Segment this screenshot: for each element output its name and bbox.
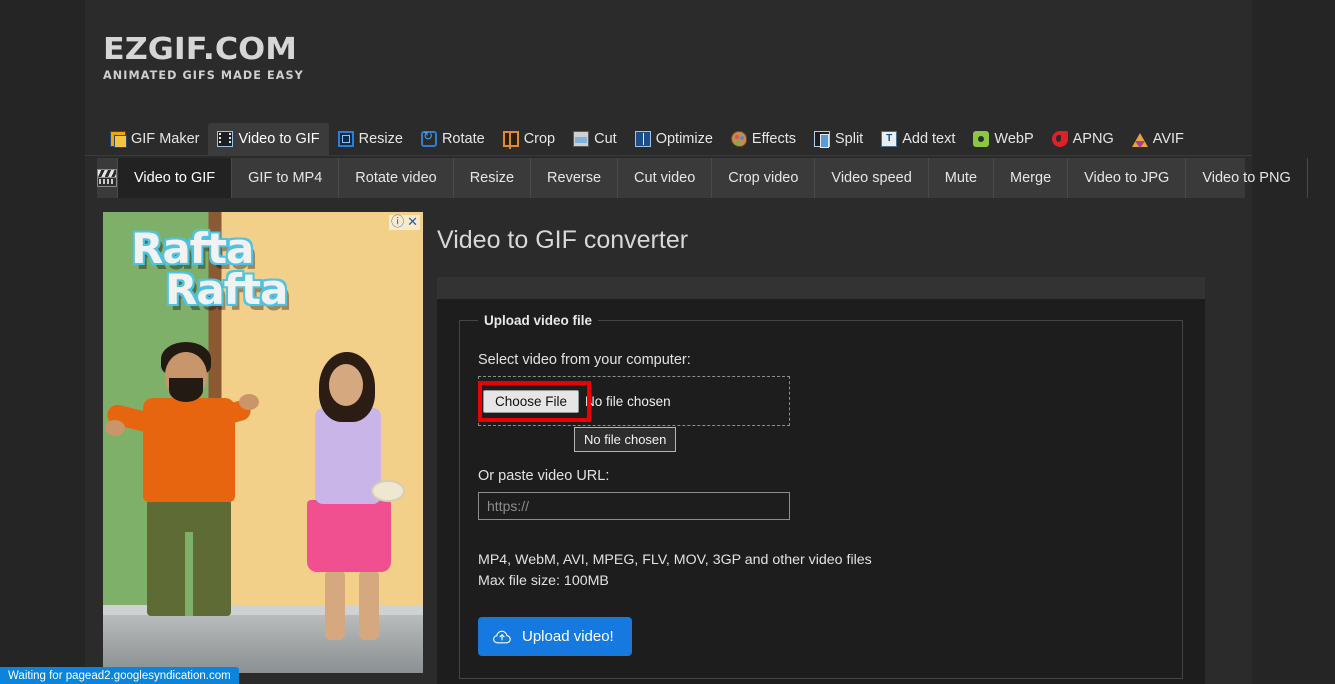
sub-navigation: Video to GIF GIF to MP4 Rotate video Res… [97,158,1308,198]
file-input-row: Choose File No file chosen [483,389,671,413]
url-label: Or paste video URL: [478,468,610,484]
nav-item-label: GIF Maker [131,131,200,147]
nav-item-resize[interactable]: Resize [329,123,412,155]
palette-icon [730,131,747,147]
advertisement-banner[interactable]: Rafta Rafta ⓘ ✕ [103,212,423,673]
rotate-icon [420,128,437,147]
no-file-chosen-tooltip: No file chosen [574,427,677,452]
subnav-item-video-to-gif[interactable]: Video to GIF [118,158,233,198]
ad-title-line-2: Rafta [165,265,288,315]
info-circle-icon[interactable]: ⓘ [391,216,404,229]
supported-formats: MP4, WebM, AVI, MPEG, FLV, MOV, 3GP and … [478,550,1164,591]
subnav-item-video-speed[interactable]: Video speed [815,158,929,198]
nav-item-label: Resize [358,131,403,147]
add-text-icon [881,131,898,147]
file-drop-zone[interactable]: Choose File No file chosen [478,376,790,426]
subnav-item-merge[interactable]: Merge [994,158,1069,198]
nav-item-label: Crop [523,131,556,147]
nav-item-cut[interactable]: Cut [564,123,626,155]
video-url-input[interactable] [478,492,790,520]
ad-figure-left-hand [105,420,125,436]
nav-item-label: Split [834,131,864,147]
select-video-label: Select video from your computer: [478,352,691,368]
nav-item-label: WebP [994,131,1034,147]
nav-item-optimize[interactable]: Optimize [626,123,722,155]
subnav-item-crop-video[interactable]: Crop video [712,158,816,198]
ad-figure-right-face [329,364,363,406]
nav-item-add-text[interactable]: Add text [872,123,964,155]
nav-item-label: APNG [1072,131,1114,147]
webp-icon [973,131,990,147]
ad-title: Rafta Rafta [131,228,401,315]
upload-video-button-label: Upload video! [522,628,614,646]
nav-item-label: Video to GIF [238,131,320,147]
panel-inner: Upload video file Select video from your… [437,299,1205,684]
page-title: Video to GIF converter [437,226,689,254]
film-strip-icon [217,131,234,147]
nav-item-rotate[interactable]: Rotate [412,123,494,155]
converter-panel: Upload video file Select video from your… [437,277,1205,684]
ad-figure-right-skirt [307,500,391,572]
nav-item-label: Add text [902,131,956,147]
close-icon[interactable]: ✕ [407,216,418,229]
main-navigation: GIF Maker Video to GIF Resize Rotate Cro… [85,122,1252,156]
cloud-upload-icon [493,630,511,644]
clapperboard-icon [97,169,117,187]
nav-item-avif[interactable]: AVIF [1123,123,1193,155]
cut-icon [573,131,590,147]
site-container: EZGIF.COM ANIMATED GIFS MADE EASY GIF Ma… [85,0,1308,684]
subnav-item-resize[interactable]: Resize [454,158,532,198]
upload-fieldset-legend: Upload video file [484,313,593,328]
subnav-icon-cell [97,158,118,198]
subnav-item-rotate-video[interactable]: Rotate video [339,158,454,198]
site-logo[interactable]: EZGIF.COM ANIMATED GIFS MADE EASY [103,35,343,83]
apng-icon [1051,131,1068,147]
bottom-strip [0,680,1335,684]
nav-item-apng[interactable]: APNG [1043,123,1123,155]
subnav-item-video-to-png[interactable]: Video to PNG [1186,158,1308,198]
nav-item-webp[interactable]: WebP [964,123,1042,155]
ad-figure-right-leg2 [359,570,379,640]
resize-icon [337,131,354,147]
subnav-item-gif-to-mp4[interactable]: GIF to MP4 [232,158,340,198]
logo-wordmark: EZGIF.COM [103,32,297,67]
ad-figure-left-body [143,398,235,502]
upload-fieldset: Upload video file Select video from your… [459,313,1183,680]
split-icon [813,131,830,148]
page-root: EZGIF.COM ANIMATED GIFS MADE EASY GIF Ma… [0,0,1335,684]
ad-choices-controls: ⓘ ✕ [389,215,420,230]
nav-item-label: AVIF [1152,131,1184,147]
optimize-icon [634,131,651,147]
gif-maker-icon [110,131,127,148]
upload-video-button[interactable]: Upload video! [478,617,632,657]
subnav-item-mute[interactable]: Mute [929,158,995,198]
nav-item-label: Optimize [655,131,713,147]
choose-file-button[interactable]: Choose File [483,389,580,413]
nav-item-label: Effects [751,131,796,147]
ad-figure-right-leg1 [325,570,345,640]
ad-figure-right-plate [371,480,405,502]
ad-figure-left-leg-gap [185,532,193,616]
nav-item-effects[interactable]: Effects [722,123,805,155]
main-content: Video to GIF converter Upload video file… [437,212,1227,684]
nav-item-split[interactable]: Split [805,123,872,155]
nav-item-label: Cut [594,131,617,147]
nav-item-crop[interactable]: Crop [494,123,564,155]
ad-figure-left-hand2 [239,394,259,410]
nav-item-label: Rotate [441,131,485,147]
nav-item-gif-maker[interactable]: GIF Maker [101,123,208,155]
formats-line-2: Max file size: 100MB [478,572,609,589]
logo-tagline: ANIMATED GIFS MADE EASY [103,69,304,82]
ad-artwork: Rafta Rafta ⓘ ✕ [103,212,423,673]
subnav-item-video-to-jpg[interactable]: Video to JPG [1068,158,1187,198]
no-file-chosen-text: No file chosen [585,393,671,409]
subnav-item-reverse[interactable]: Reverse [531,158,619,198]
ad-figure-left-beard [169,378,203,402]
formats-line-1: MP4, WebM, AVI, MPEG, FLV, MOV, 3GP and … [478,552,872,568]
subnav-item-cut-video[interactable]: Cut video [618,158,713,198]
nav-item-video-to-gif[interactable]: Video to GIF [208,123,329,155]
avif-icon [1131,132,1148,148]
crop-icon [502,131,519,149]
